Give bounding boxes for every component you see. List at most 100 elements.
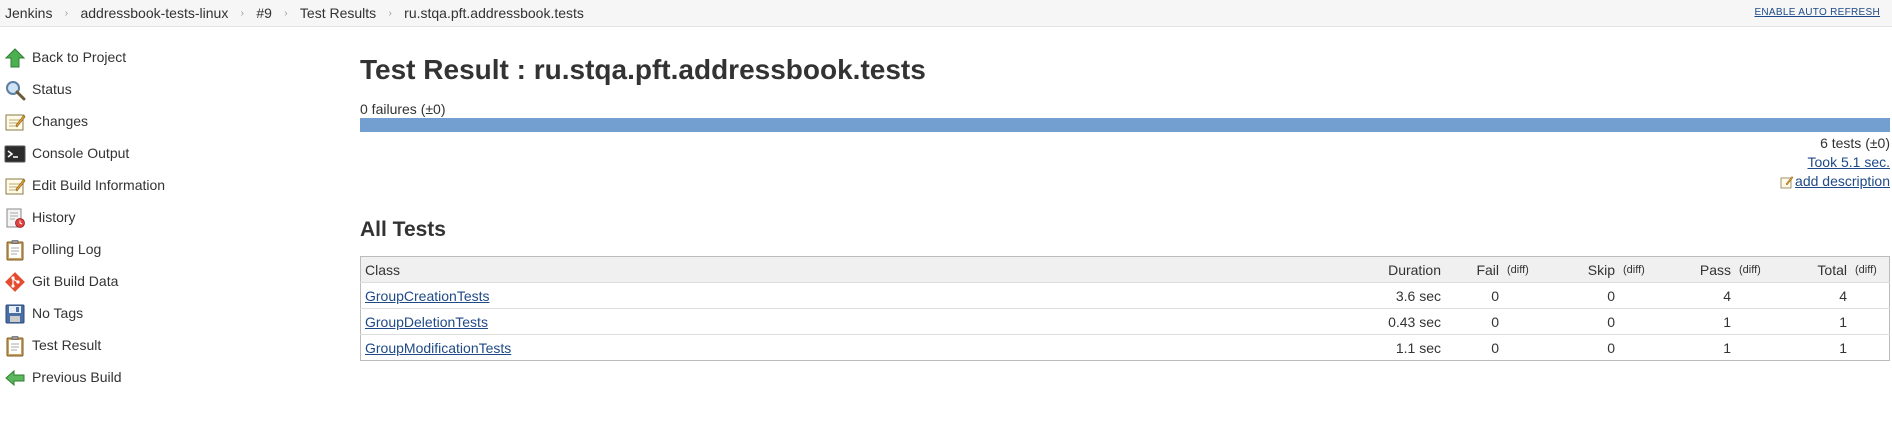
chevron-right-icon[interactable]: › <box>52 8 80 19</box>
notepad-icon <box>5 114 26 131</box>
task-label[interactable]: Git Build Data <box>32 273 118 289</box>
total-diff-cell <box>1851 282 1890 309</box>
git-icon <box>5 272 25 292</box>
total-diff-cell <box>1851 308 1890 335</box>
skip-cell: 0 <box>1561 334 1619 361</box>
fail-diff-cell <box>1503 308 1561 335</box>
task-changes[interactable]: Changes <box>0 106 330 138</box>
fail-cell: 0 <box>1445 282 1503 309</box>
skip-diff-cell <box>1619 308 1677 335</box>
task-label[interactable]: Changes <box>32 113 88 129</box>
fail-cell: 0 <box>1445 334 1503 361</box>
total-cell: 1 <box>1793 308 1851 335</box>
task-label[interactable]: Back to Project <box>32 49 126 65</box>
total-diff-cell <box>1851 334 1890 361</box>
page-title: Test Result : ru.stqa.pft.addressbook.te… <box>360 54 926 85</box>
breadcrumb-test-results[interactable]: Test Results <box>300 5 376 21</box>
class-link[interactable]: GroupDeletionTests <box>365 314 488 330</box>
test-summary: 6 tests (±0) Took 5.1 sec. add descripti… <box>1780 134 1890 194</box>
total-cell: 1 <box>1793 334 1851 361</box>
header-fail-diff[interactable]: (diff) <box>1503 256 1561 283</box>
breadcrumb: Jenkins › addressbook-tests-linux › #9 ›… <box>5 5 584 21</box>
task-label[interactable]: Status <box>32 81 72 97</box>
class-link[interactable]: GroupCreationTests <box>365 288 490 304</box>
task-status[interactable]: Status <box>0 74 330 106</box>
pass-diff-cell <box>1735 308 1793 335</box>
task-test-result[interactable]: Test Result <box>0 330 330 362</box>
table-row: GroupModificationTests 1.1 sec 0 0 1 1 <box>360 334 1890 361</box>
side-panel-tasks: Back to Project Status Changes Console O… <box>0 42 330 394</box>
all-tests-heading: All Tests <box>360 218 446 241</box>
breadcrumb-package[interactable]: ru.stqa.pft.addressbook.tests <box>404 5 584 21</box>
table-row: GroupDeletionTests 0.43 sec 0 0 1 1 <box>360 308 1890 335</box>
took-duration-link[interactable]: Took 5.1 sec. <box>1808 154 1891 170</box>
header-pass-diff[interactable]: (diff) <box>1735 256 1793 283</box>
add-description-label: add description <box>1795 173 1890 189</box>
skip-diff-cell <box>1619 282 1677 309</box>
header-fail[interactable]: Fail <box>1445 256 1503 283</box>
magnifier-icon <box>6 81 26 101</box>
notepad-icon <box>5 178 26 195</box>
breadcrumb-build[interactable]: #9 <box>256 5 272 21</box>
main-panel: Test Result : ru.stqa.pft.addressbook.te… <box>360 50 1890 361</box>
task-label[interactable]: Polling Log <box>32 241 101 257</box>
chevron-right-icon[interactable]: › <box>376 8 404 19</box>
breadcrumb-job[interactable]: addressbook-tests-linux <box>80 5 228 21</box>
edit-icon <box>1780 175 1794 188</box>
enable-auto-refresh-link[interactable]: ENABLE AUTO REFRESH <box>1754 7 1880 18</box>
duration-cell: 1.1 sec <box>1337 334 1445 361</box>
header-duration[interactable]: Duration <box>1337 256 1445 283</box>
pass-diff-cell <box>1735 282 1793 309</box>
pass-cell: 4 <box>1677 282 1735 309</box>
fail-diff-cell <box>1503 334 1561 361</box>
header-total-diff[interactable]: (diff) <box>1851 256 1890 283</box>
duration-cell: 0.43 sec <box>1337 308 1445 335</box>
task-label[interactable]: Test Result <box>32 337 101 353</box>
tests-count: 6 tests (±0) <box>1820 135 1890 151</box>
task-console-output[interactable]: Console Output <box>0 138 330 170</box>
task-label[interactable]: History <box>32 209 76 225</box>
header-class[interactable]: Class <box>360 256 1337 283</box>
pass-diff-cell <box>1735 334 1793 361</box>
clipboard-icon <box>6 240 24 261</box>
failures-summary: 0 failures (±0) <box>360 101 446 117</box>
fail-cell: 0 <box>1445 308 1503 335</box>
skip-cell: 0 <box>1561 308 1619 335</box>
task-label[interactable]: Console Output <box>32 145 129 161</box>
header-skip[interactable]: Skip <box>1561 256 1619 283</box>
header-total[interactable]: Total <box>1793 256 1851 283</box>
test-progress-bar <box>360 118 1890 132</box>
pass-cell: 1 <box>1677 334 1735 361</box>
chevron-right-icon[interactable]: › <box>272 8 300 19</box>
task-label[interactable]: Previous Build <box>32 369 122 385</box>
breadcrumb-bar: Jenkins › addressbook-tests-linux › #9 ›… <box>0 0 1892 27</box>
floppy-disk-icon <box>5 304 25 324</box>
total-cell: 4 <box>1793 282 1851 309</box>
add-description-link[interactable]: add description <box>1780 172 1890 191</box>
header-pass[interactable]: Pass <box>1677 256 1735 283</box>
notepad-clock-icon <box>6 208 25 228</box>
pass-cell: 1 <box>1677 308 1735 335</box>
task-no-tags[interactable]: No Tags <box>0 298 330 330</box>
left-arrow-icon <box>5 369 25 387</box>
header-skip-diff[interactable]: (diff) <box>1619 256 1677 283</box>
task-git-build-data[interactable]: Git Build Data <box>0 266 330 298</box>
task-history[interactable]: History <box>0 202 330 234</box>
terminal-icon <box>4 145 26 163</box>
table-header-row: Class Duration Fail (diff) Skip (diff) P… <box>360 256 1890 283</box>
task-polling-log[interactable]: Polling Log <box>0 234 330 266</box>
duration-cell: 3.6 sec <box>1337 282 1445 309</box>
skip-cell: 0 <box>1561 282 1619 309</box>
test-results-table: Class Duration Fail (diff) Skip (diff) P… <box>360 256 1890 361</box>
task-previous-build[interactable]: Previous Build <box>0 362 330 394</box>
class-link[interactable]: GroupModificationTests <box>365 340 511 356</box>
chevron-right-icon[interactable]: › <box>228 8 256 19</box>
breadcrumb-jenkins[interactable]: Jenkins <box>5 5 52 21</box>
task-label[interactable]: Edit Build Information <box>32 177 165 193</box>
task-label[interactable]: No Tags <box>32 305 83 321</box>
task-back-to-project[interactable]: Back to Project <box>0 42 330 74</box>
table-row: GroupCreationTests 3.6 sec 0 0 4 4 <box>360 282 1890 309</box>
up-arrow-icon <box>4 48 26 68</box>
skip-diff-cell <box>1619 334 1677 361</box>
task-edit-build-information[interactable]: Edit Build Information <box>0 170 330 202</box>
